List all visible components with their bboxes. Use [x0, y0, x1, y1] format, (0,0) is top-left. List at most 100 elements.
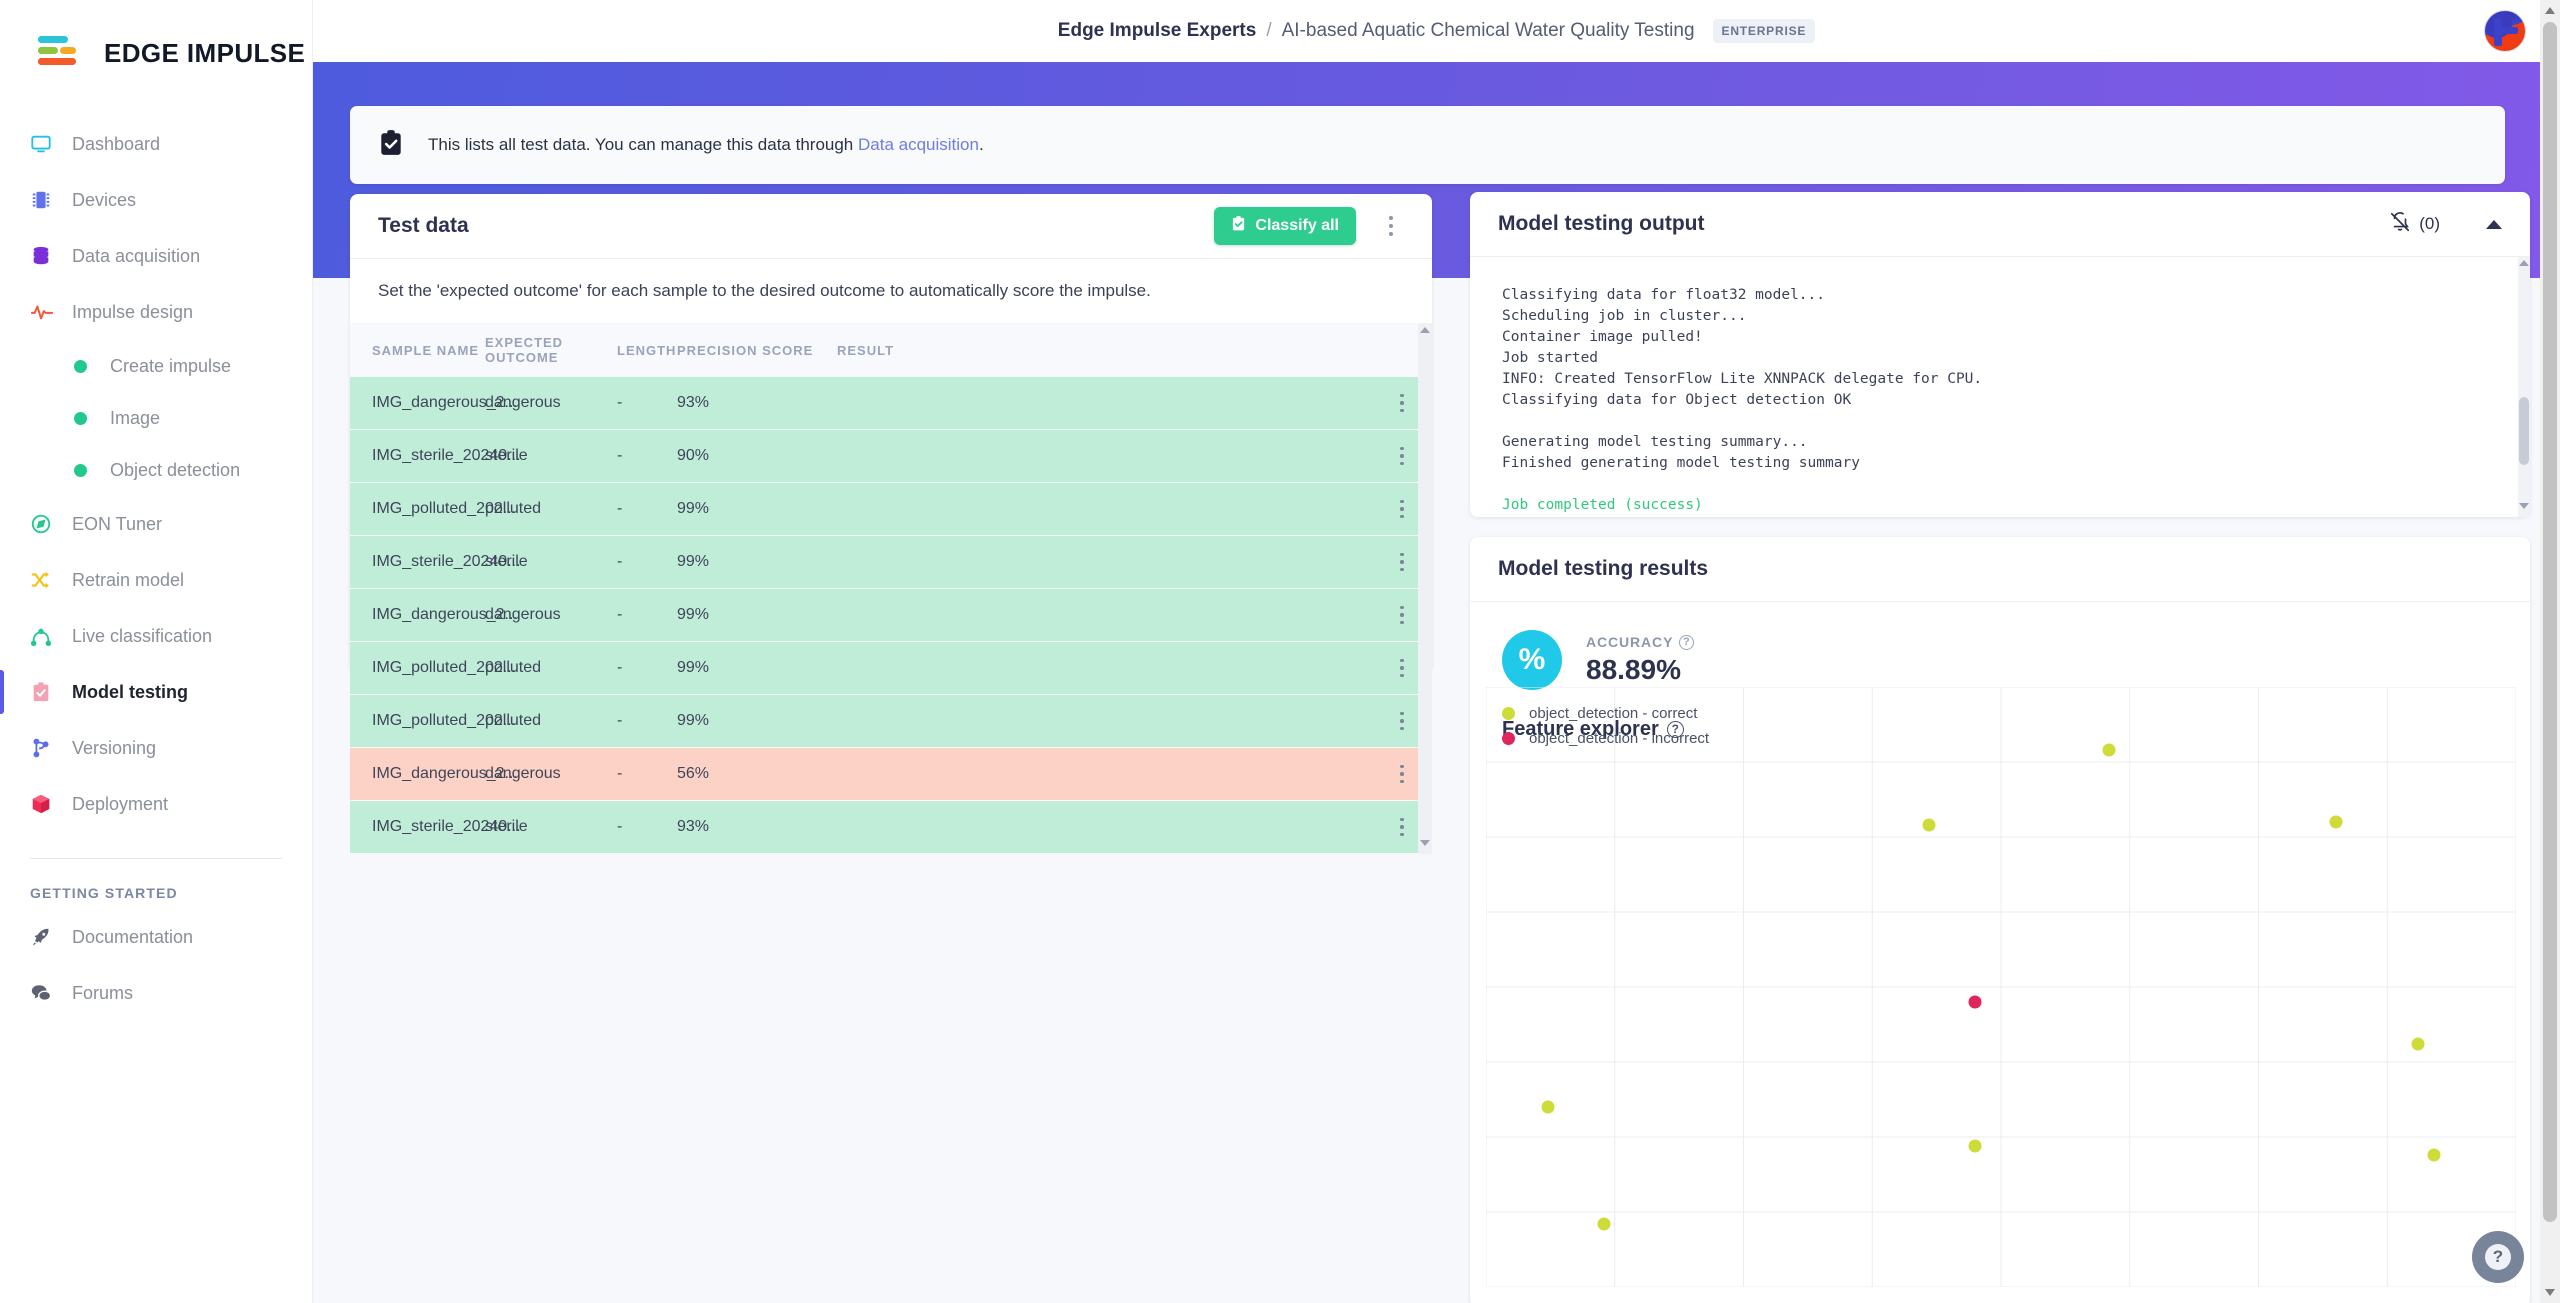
sidebar-item-label: Forums	[72, 982, 134, 1003]
legend-item[interactable]: object_detection - incorrect	[1502, 726, 1709, 751]
monitor-icon	[30, 133, 72, 155]
log-scrollbar[interactable]	[2518, 257, 2530, 517]
brand-logo[interactable]: EDGE IMPULSE	[0, 0, 312, 78]
plot-point[interactable]	[1597, 1217, 1611, 1231]
cell-sample-name: IMG_polluted_202...	[350, 482, 516, 536]
table-row[interactable]: IMG_polluted_202... polluted -99%	[350, 482, 1432, 536]
page-scrollbar[interactable]	[2540, 0, 2560, 1303]
output-title: Model testing output	[1498, 212, 1705, 235]
cell-precision-score: 99%	[677, 694, 837, 748]
feature-explorer-plot[interactable]: object_detection - correct object_detect…	[1485, 686, 2517, 1288]
log-line: Finished generating model testing summar…	[1502, 455, 1860, 471]
log-scroll-up-icon[interactable]	[2519, 260, 2529, 266]
test-data-subtitle: Set the 'expected outcome' for each samp…	[378, 281, 1151, 300]
sidebar-item-dashboard[interactable]: Dashboard	[0, 116, 312, 172]
sidebar-item-create-impulse[interactable]: Create impulse	[0, 340, 312, 392]
cell-expected-outcome: sterile	[485, 800, 617, 854]
caret-up-icon[interactable]	[2486, 219, 2502, 229]
cell-precision-score: 99%	[677, 535, 837, 589]
plot-point[interactable]	[2427, 1148, 2441, 1162]
edge-impulse-logo-icon	[36, 34, 90, 72]
clipboard-check-icon	[378, 129, 404, 162]
notification-toggle[interactable]: (0)	[2389, 211, 2440, 238]
plot-point[interactable]	[1541, 1100, 1555, 1114]
sidebar-item-label: Data acquisition	[72, 245, 201, 266]
classify-all-button[interactable]: Classify all	[1214, 207, 1356, 245]
column-header-length[interactable]: LENGTH	[617, 323, 677, 377]
sidebar-item-model-testing[interactable]: Model testing	[0, 664, 312, 720]
cell-sample-name: IMG_dangerous_2...	[350, 377, 518, 430]
question-icon[interactable]: ?	[1679, 634, 1695, 650]
kebab-menu-icon[interactable]	[1378, 210, 1404, 242]
sidebar-item-live-classification[interactable]: Live classification	[0, 608, 312, 664]
breadcrumb-project[interactable]: AI-based Aquatic Chemical Water Quality …	[1282, 20, 1695, 42]
cell-expected-outcome: dangerous	[485, 377, 617, 430]
column-header-precision-score[interactable]: PRECISION SCORE	[677, 323, 837, 377]
sidebar-item-impulse-design[interactable]: Impulse design	[0, 284, 312, 340]
page-scroll-down-icon[interactable]	[2545, 1289, 2555, 1296]
plot-point[interactable]	[1968, 995, 1982, 1009]
table-row[interactable]: IMG_sterile_20240... sterile -93%	[350, 800, 1432, 854]
cell-result	[837, 588, 1372, 642]
plot-point[interactable]	[1968, 1139, 1982, 1153]
table-row[interactable]: IMG_dangerous_2... dangerous -99%	[350, 588, 1432, 642]
table-row[interactable]: IMG_polluted_202... polluted -99%	[350, 641, 1432, 695]
accuracy-value: 88.89%	[1586, 654, 1681, 685]
log-scroll-down-icon[interactable]	[2519, 503, 2529, 509]
output-header-actions: (0)	[2389, 211, 2502, 238]
sidebar-item-forums[interactable]: Forums	[0, 965, 312, 1021]
sidebar-item-label: Image	[110, 407, 161, 428]
bell-off-icon	[2389, 211, 2411, 238]
plot-point[interactable]	[1922, 818, 1936, 832]
page-scroll-up-icon[interactable]	[2545, 7, 2555, 14]
legend-item[interactable]: object_detection - correct	[1502, 701, 1709, 726]
sidebar-item-image[interactable]: Image	[0, 392, 312, 444]
page-scroll-thumb[interactable]	[2543, 22, 2557, 1222]
cell-expected-outcome: polluted	[485, 641, 617, 695]
sidebar-item-label: Object detection	[110, 459, 241, 480]
dot-icon	[74, 411, 110, 425]
cell-sample-name: IMG_sterile_20240...	[350, 429, 521, 483]
sidebar-item-retrain-model[interactable]: Retrain model	[0, 552, 312, 608]
sidebar-item-deployment[interactable]: Deployment	[0, 776, 312, 832]
plot-point[interactable]	[2102, 743, 2116, 757]
log-scroll-thumb[interactable]	[2519, 397, 2529, 465]
column-header-sample-name[interactable]: SAMPLE NAME	[350, 323, 485, 377]
cube-icon	[30, 793, 72, 815]
cell-precision-score: 93%	[677, 800, 837, 854]
sidebar-item-devices[interactable]: Devices	[0, 172, 312, 228]
column-header-result[interactable]: RESULT	[837, 323, 1372, 377]
sidebar-item-object-detection[interactable]: Object detection	[0, 444, 312, 496]
test-data-table-wrapper: SAMPLE NAME EXPECTED OUTCOME LENGTH PREC…	[350, 323, 1432, 854]
table-row[interactable]: IMG_sterile_20240... sterile -90%	[350, 429, 1432, 483]
top-bar: Edge Impulse Experts / AI-based Aquatic …	[313, 0, 2560, 62]
notification-count: (0)	[2419, 214, 2440, 233]
plot-point[interactable]	[2329, 815, 2343, 829]
cell-length: -	[617, 377, 677, 430]
plot-point[interactable]	[2411, 1037, 2425, 1051]
cell-precision-score: 99%	[677, 588, 837, 642]
cell-length: -	[617, 747, 677, 801]
sidebar-item-versioning[interactable]: Versioning	[0, 720, 312, 776]
table-row[interactable]: IMG_dangerous_2... dangerous -93%	[350, 377, 1432, 430]
info-text-after: .	[978, 135, 984, 154]
column-header-expected-outcome[interactable]: EXPECTED OUTCOME	[485, 323, 617, 377]
help-button[interactable]: ?	[2472, 1231, 2524, 1283]
data-acquisition-link[interactable]: Data acquisition	[858, 135, 979, 154]
scroll-up-arrow-icon[interactable]	[1420, 327, 1430, 333]
scroll-down-arrow-icon[interactable]	[1420, 840, 1430, 846]
table-row[interactable]: IMG_sterile_20240... sterile -99%	[350, 535, 1432, 589]
sidebar-item-documentation[interactable]: Documentation	[0, 909, 312, 965]
cell-length: -	[617, 800, 677, 854]
table-scrollbar[interactable]	[1418, 323, 1432, 854]
table-row[interactable]: IMG_polluted_202... polluted -99%	[350, 694, 1432, 748]
cell-sample-name: IMG_polluted_202...	[350, 641, 516, 695]
table-row[interactable]: IMG_dangerous_2... dangerous -56%	[350, 747, 1432, 801]
sidebar-item-label: Live classification	[72, 625, 213, 646]
sidebar-item-eon-tuner[interactable]: EON Tuner	[0, 496, 312, 552]
sidebar: EDGE IMPULSE Dashboard Devices Data acqu…	[0, 0, 313, 1303]
sidebar-item-data-acquisition[interactable]: Data acquisition	[0, 228, 312, 284]
avatar[interactable]	[2484, 10, 2526, 52]
breadcrumb-org[interactable]: Edge Impulse Experts	[1058, 20, 1257, 42]
